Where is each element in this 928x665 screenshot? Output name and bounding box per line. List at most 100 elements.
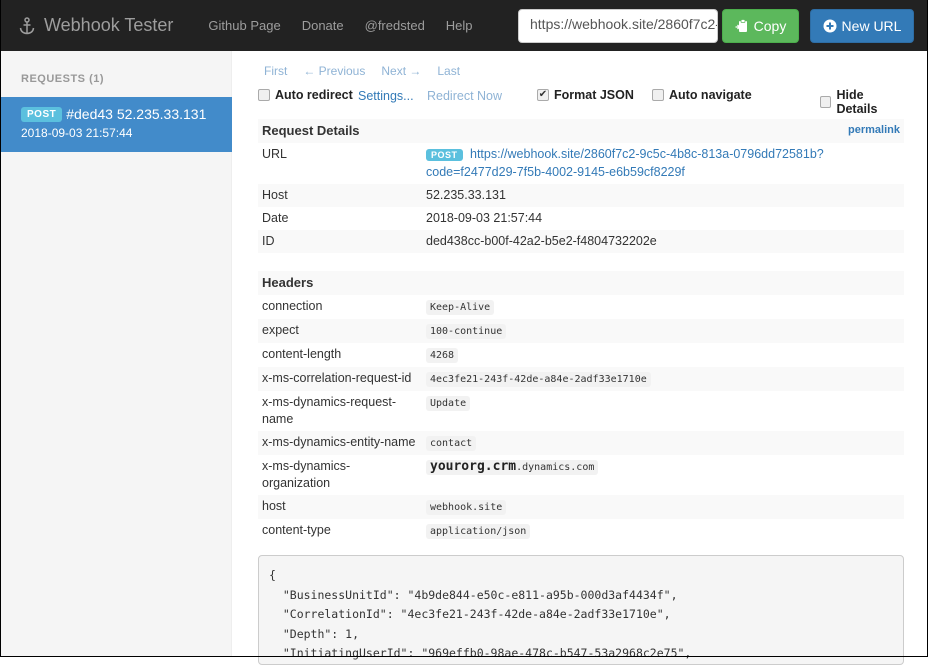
url-label: URL — [262, 147, 288, 161]
header-value: webhook.site — [426, 500, 507, 515]
auto-redirect-checkbox[interactable]: Auto redirect — [258, 88, 353, 102]
header-key: content-type — [262, 523, 331, 537]
new-url-label: New URL — [841, 18, 902, 34]
format-json-checkbox[interactable]: ✔ Format JSON — [537, 88, 634, 102]
hide-details-label: Hide Details — [836, 88, 878, 116]
nav-link-donate[interactable]: Donate — [302, 18, 344, 33]
date-value: 2018-09-03 21:57:44 — [426, 211, 543, 225]
pager-previous[interactable]: ← Previous — [303, 64, 365, 78]
nav-link-github[interactable]: Github Page — [208, 18, 280, 33]
date-label: Date — [262, 211, 289, 225]
header-key: x-ms-correlation-request-id — [258, 367, 422, 391]
id-label: ID — [258, 230, 422, 253]
table-row: content-length 4268 — [258, 343, 904, 367]
request-url-link[interactable]: https://webhook.site/2860f7c2-9c5c-4b8c-… — [426, 147, 824, 179]
url-line-2: code=f2477d29-7f5b-4002-9145-e6b59cf8229… — [426, 165, 685, 179]
clipboard-icon — [735, 19, 747, 32]
header-key: content-length — [262, 347, 342, 361]
org-domain: .dynamics.com — [516, 462, 595, 473]
pager-last[interactable]: Last — [437, 64, 460, 78]
header-value: 4268 — [426, 348, 459, 363]
header-key: connection — [262, 299, 323, 313]
header-value: Update — [426, 396, 471, 411]
method-badge: POST — [426, 149, 463, 161]
request-time: 2018-09-03 21:57:44 — [21, 126, 133, 140]
method-badge: POST — [21, 106, 63, 122]
header-value: 4ec3fe21-243f-42de-a84e-2adf33e1710e — [426, 372, 651, 387]
auto-navigate-checkbox[interactable]: Auto navigate — [652, 88, 752, 102]
request-list-item[interactable]: POST #ded43 52.235.33.131 2018-09-03 21:… — [1, 97, 232, 152]
table-row: x-ms-correlation-request-id 4ec3fe21-243… — [258, 367, 904, 391]
body-line: "BusinessUnitId": "4b9de844-e50c-e811-a9… — [269, 587, 678, 602]
auto-navigate-label: Auto navigate — [669, 88, 752, 102]
anchor-icon — [19, 16, 35, 34]
request-ip: 52.235.33.131 — [116, 106, 207, 122]
org-name: yourorg.crm — [430, 459, 517, 474]
checkbox-unchecked-icon — [820, 96, 832, 108]
settings-link[interactable]: Settings... — [358, 89, 414, 103]
requests-heading: REQUESTS (1) — [21, 73, 105, 85]
request-details-title: Request Details — [262, 123, 360, 138]
headers-table: Headers connection Keep-Alive expect 100… — [258, 271, 904, 543]
header-value: 100-continue — [426, 324, 507, 339]
table-row: URL POST https://webhook.site/2860f7c2-9… — [258, 143, 904, 184]
pager-first[interactable]: First — [264, 64, 287, 78]
table-header-row: Headers — [258, 271, 904, 295]
id-value: ded438cc-b00f-42a2-b5e2-f4804732202e — [422, 230, 904, 253]
copy-label: Copy — [753, 18, 787, 34]
plus-circle-icon — [823, 19, 837, 33]
new-url-button[interactable]: New URL — [810, 9, 914, 43]
copy-button[interactable]: Copy — [722, 9, 799, 43]
header-key: expect — [258, 319, 422, 343]
header-key: x-ms-dynamics-request-name — [262, 395, 397, 426]
pager-next[interactable]: Next → — [381, 64, 421, 78]
permalink-link[interactable]: permalink — [848, 122, 900, 139]
nav-links: Github Page Donate @fredsted Help — [208, 18, 493, 33]
nav-link-help[interactable]: Help — [446, 18, 473, 33]
checkbox-unchecked-icon — [652, 89, 664, 101]
host-label: Host — [258, 184, 422, 207]
body-line: "InitiatingUserId": "969effb0-98ae-478c-… — [269, 646, 692, 660]
table-row: x-ms-dynamics-entity-name contact — [258, 431, 904, 455]
header-key: x-ms-dynamics-entity-name — [258, 431, 422, 455]
table-header-row: Request Details permalink — [258, 119, 904, 143]
hide-details-checkbox[interactable]: Hide Details — [820, 88, 904, 116]
request-body: { "BusinessUnitId": "4b9de844-e50c-e811-… — [258, 555, 904, 665]
redirect-now-link[interactable]: Redirect Now — [427, 89, 502, 103]
url-line-1: https://webhook.site/2860f7c2-9c5c-4b8c-… — [470, 147, 824, 161]
brand[interactable]: Webhook Tester — [19, 15, 173, 36]
table-row: connection Keep-Alive — [258, 295, 904, 319]
auto-redirect-label: Auto redirect — [275, 88, 353, 102]
host-value: 52.235.33.131 — [422, 184, 904, 207]
body-line: "Depth": 1, — [269, 626, 360, 641]
sidebar: REQUESTS (1) POST #ded43 52.235.33.131 2… — [0, 51, 232, 657]
header-value: yourorg.crm.dynamics.com — [426, 459, 599, 475]
nav-link-twitter[interactable]: @fredsted — [365, 18, 425, 33]
format-json-label: Format JSON — [554, 88, 634, 102]
table-row: Host 52.235.33.131 — [258, 184, 904, 207]
header-key: host — [258, 495, 422, 519]
table-row: expect 100-continue — [258, 319, 904, 343]
options-bar: Auto redirect Settings... Redirect Now ✔… — [258, 87, 904, 116]
brand-title: Webhook Tester — [44, 15, 174, 35]
table-row: x-ms-dynamics-request-name Update — [258, 391, 904, 431]
webhook-url-input[interactable]: https://webhook.site/2860f7c2-9c5c-4b8c-… — [518, 9, 718, 43]
table-row: Date 2018-09-03 21:57:44 — [258, 207, 904, 230]
header-value: application/json — [426, 524, 531, 539]
table-row: host webhook.site — [258, 495, 904, 519]
header-key: x-ms-dynamics-organization — [262, 459, 351, 490]
checkbox-checked-icon: ✔ — [537, 89, 549, 101]
checkbox-unchecked-icon — [258, 89, 270, 101]
table-row: content-type application/json — [258, 519, 904, 543]
body-line: "CorrelationId": "4ec3fe21-243f-42de-a84… — [269, 607, 671, 621]
pager: First ← Previous Next → Last — [264, 64, 476, 78]
headers-title: Headers — [262, 275, 314, 290]
request-details-table: Request Details permalink URL POST https… — [258, 119, 904, 253]
table-row: x-ms-dynamics-organization yourorg.crm.d… — [258, 455, 904, 495]
request-id: #ded43 — [66, 106, 113, 122]
table-row: ID ded438cc-b00f-42a2-b5e2-f4804732202e — [258, 230, 904, 253]
navbar: Webhook Tester Github Page Donate @freds… — [0, 0, 928, 51]
header-value: Keep-Alive — [426, 300, 495, 315]
body-line: { — [269, 568, 276, 582]
header-value: contact — [426, 436, 477, 451]
